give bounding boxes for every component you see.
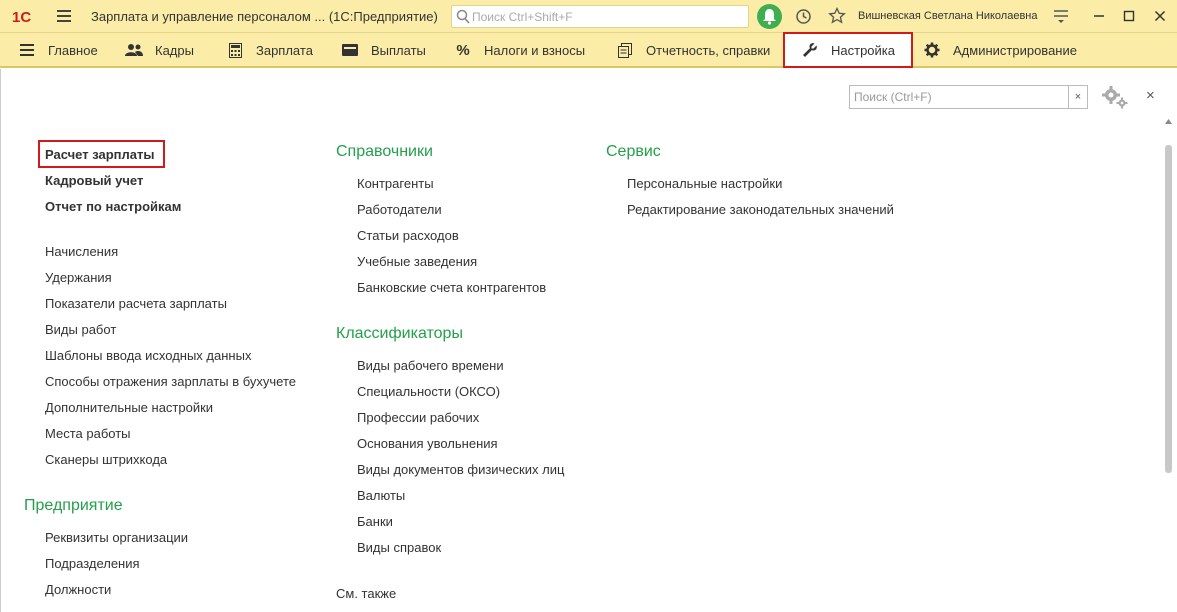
section-label: Администрирование	[953, 42, 1077, 58]
section-label: Настройка	[831, 42, 895, 58]
panel-search-input[interactable]	[849, 85, 1068, 109]
group-title-catalogs: Справочники	[336, 143, 433, 160]
notification-bell-icon[interactable]	[757, 4, 782, 29]
close-panel-icon[interactable]: ×	[1146, 88, 1155, 103]
scrollbar-thumb[interactable]	[1165, 145, 1172, 473]
section-hr[interactable]: Кадры	[125, 33, 194, 67]
link-counterparty-bank-accounts[interactable]: Банковские счета контрагентов	[357, 280, 546, 295]
favorites-star-icon[interactable]	[828, 7, 846, 25]
section-label: Кадры	[155, 42, 194, 58]
panel-search[interactable]: ×	[849, 85, 1089, 109]
section-label: Выплаты	[371, 42, 426, 58]
link-accruals[interactable]: Начисления	[45, 244, 118, 259]
title-bar: 1С Зарплата и управление персоналом ... …	[0, 0, 1177, 33]
link-legislative-values[interactable]: Редактирование законодательных значений	[627, 202, 894, 217]
panel-settings-gear-icon[interactable]	[1101, 85, 1129, 109]
close-icon[interactable]	[1153, 9, 1167, 23]
link-currencies[interactable]: Валюты	[357, 488, 405, 503]
link-id-document-types[interactable]: Виды документов физических лиц	[357, 462, 564, 477]
section-reports[interactable]: Отчетность, справки	[616, 33, 770, 67]
link-accounting-methods[interactable]: Способы отражения зарплаты в бухучете	[45, 374, 296, 389]
section-settings[interactable]: Настройка	[783, 32, 913, 68]
section-main[interactable]: Главное	[18, 33, 98, 67]
link-settings-report[interactable]: Отчет по настройкам	[45, 199, 181, 214]
maximize-icon[interactable]	[1122, 9, 1136, 23]
1c-logo-icon: 1С	[12, 9, 31, 25]
section-bar: Главное Кадры Зарплата Выплаты % Налоги …	[0, 32, 1177, 68]
link-dismissal-grounds[interactable]: Основания увольнения	[357, 436, 498, 451]
minimize-icon[interactable]	[1092, 9, 1106, 23]
link-expense-items[interactable]: Статьи расходов	[357, 228, 459, 243]
scroll-up-arrow-icon[interactable]	[1164, 117, 1173, 126]
section-payments[interactable]: Выплаты	[341, 33, 426, 67]
app-title: Зарплата и управление персоналом ... (1С…	[91, 9, 438, 24]
link-organization-details[interactable]: Реквизиты организации	[45, 530, 188, 545]
group-title-service: Сервис	[606, 143, 661, 160]
vertical-scrollbar[interactable]	[1164, 117, 1173, 612]
link-working-time-types[interactable]: Виды рабочего времени	[357, 358, 504, 373]
link-workplaces[interactable]: Места работы	[45, 426, 131, 441]
link-certificate-types[interactable]: Виды справок	[357, 540, 441, 555]
link-work-types[interactable]: Виды работ	[45, 322, 116, 337]
link-salary-calculation[interactable]: Расчет зарплаты	[45, 147, 154, 162]
gear-icon	[923, 42, 941, 58]
people-icon	[125, 42, 143, 58]
current-user[interactable]: Вишневская Светлана Николаевна	[858, 10, 1038, 22]
wallet-icon	[341, 42, 359, 58]
settings-panel: × × Расчет зарплаты Кадровый учет Отчет …	[0, 69, 1177, 612]
link-additional-settings[interactable]: Дополнительные настройки	[45, 400, 213, 415]
link-hr-accounting[interactable]: Кадровый учет	[45, 173, 143, 188]
menu-icon[interactable]	[57, 10, 71, 22]
section-label: Отчетность, справки	[646, 42, 771, 58]
link-departments[interactable]: Подразделения	[45, 556, 140, 571]
wrench-icon	[801, 42, 819, 58]
section-label: Зарплата	[256, 42, 313, 58]
menu-icon	[18, 42, 36, 58]
link-barcode-scanners[interactable]: Сканеры штрихкода	[45, 452, 167, 467]
svg-text:1С: 1С	[12, 9, 31, 25]
link-input-templates[interactable]: Шаблоны ввода исходных данных	[45, 348, 251, 363]
section-salary[interactable]: Зарплата	[226, 33, 313, 67]
search-icon	[456, 9, 470, 24]
clear-search-button[interactable]: ×	[1068, 85, 1088, 109]
link-employers[interactable]: Работодатели	[357, 202, 442, 217]
link-banks[interactable]: Банки	[357, 514, 393, 529]
link-personal-settings[interactable]: Персональные настройки	[627, 176, 782, 191]
global-search[interactable]	[451, 5, 749, 28]
settings-icon[interactable]	[1053, 9, 1069, 24]
group-title-classifiers: Классификаторы	[336, 325, 463, 342]
link-positions[interactable]: Должности	[45, 582, 111, 597]
calculator-icon	[226, 42, 244, 58]
section-taxes[interactable]: % Налоги и взносы	[454, 33, 585, 67]
link-deductions[interactable]: Удержания	[45, 270, 112, 285]
link-worker-professions[interactable]: Профессии рабочих	[357, 410, 479, 425]
link-see-also[interactable]: См. также	[336, 586, 396, 601]
link-educational-institutions[interactable]: Учебные заведения	[357, 254, 477, 269]
group-title-enterprise: Предприятие	[24, 497, 123, 514]
history-icon[interactable]	[795, 8, 812, 25]
section-label: Главное	[48, 42, 98, 58]
section-administration[interactable]: Администрирование	[923, 33, 1077, 67]
percent-icon: %	[456, 41, 470, 59]
link-specialties[interactable]: Специальности (ОКСО)	[357, 384, 500, 399]
global-search-input[interactable]	[472, 8, 742, 25]
reports-icon	[616, 42, 634, 58]
link-counterparties[interactable]: Контрагенты	[357, 176, 434, 191]
section-label: Налоги и взносы	[484, 42, 586, 58]
link-salary-indicators[interactable]: Показатели расчета зарплаты	[45, 296, 227, 311]
